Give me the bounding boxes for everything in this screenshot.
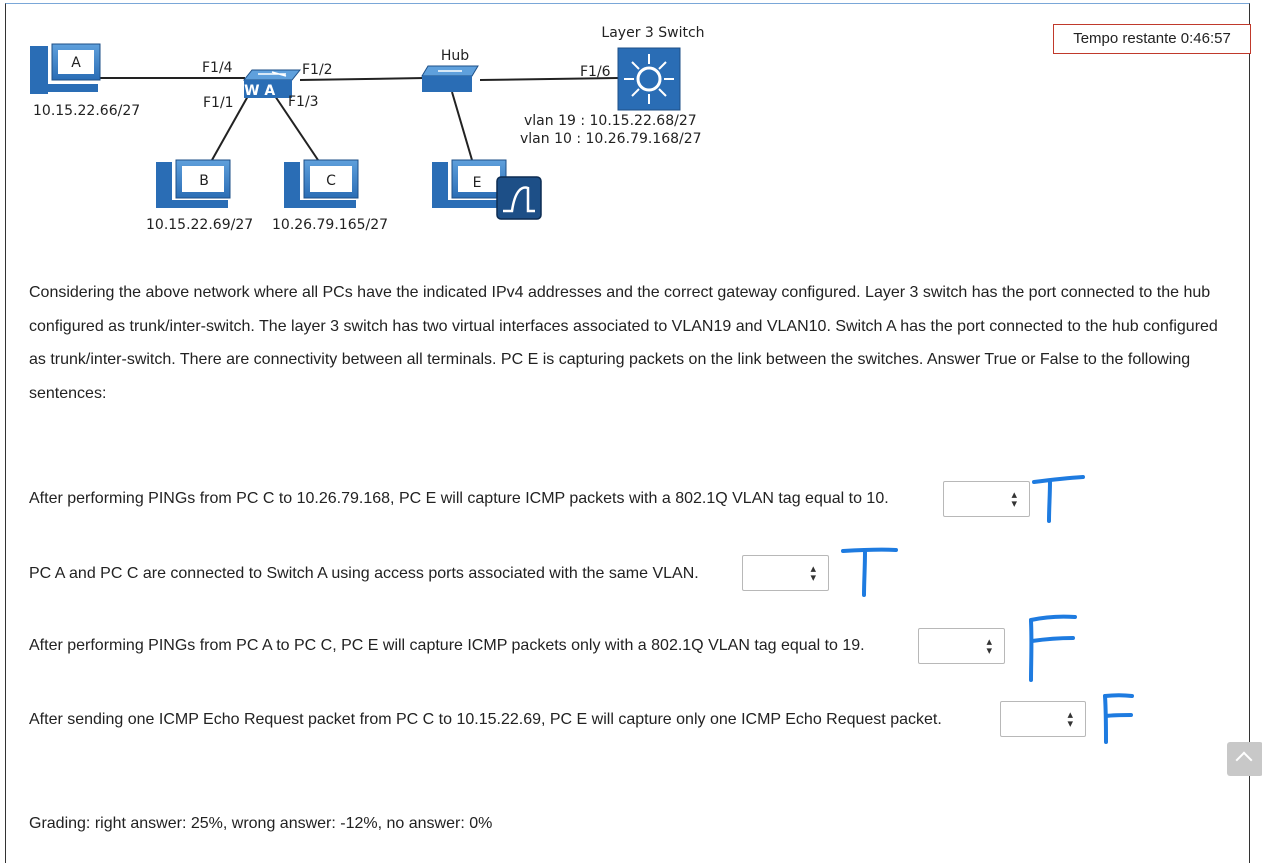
handwritten-f-3 [1029,614,1077,682]
handwritten-annotations [841,475,1134,744]
handwritten-t-2 [841,547,898,597]
grading-info: Grading: right answer: 25%, wrong answer… [29,815,493,832]
chevron-up-icon [1235,751,1253,769]
handwritten-t-1 [1032,475,1085,523]
scroll-to-top-button[interactable] [1227,742,1262,776]
handwritten-f-4 [1103,693,1134,744]
